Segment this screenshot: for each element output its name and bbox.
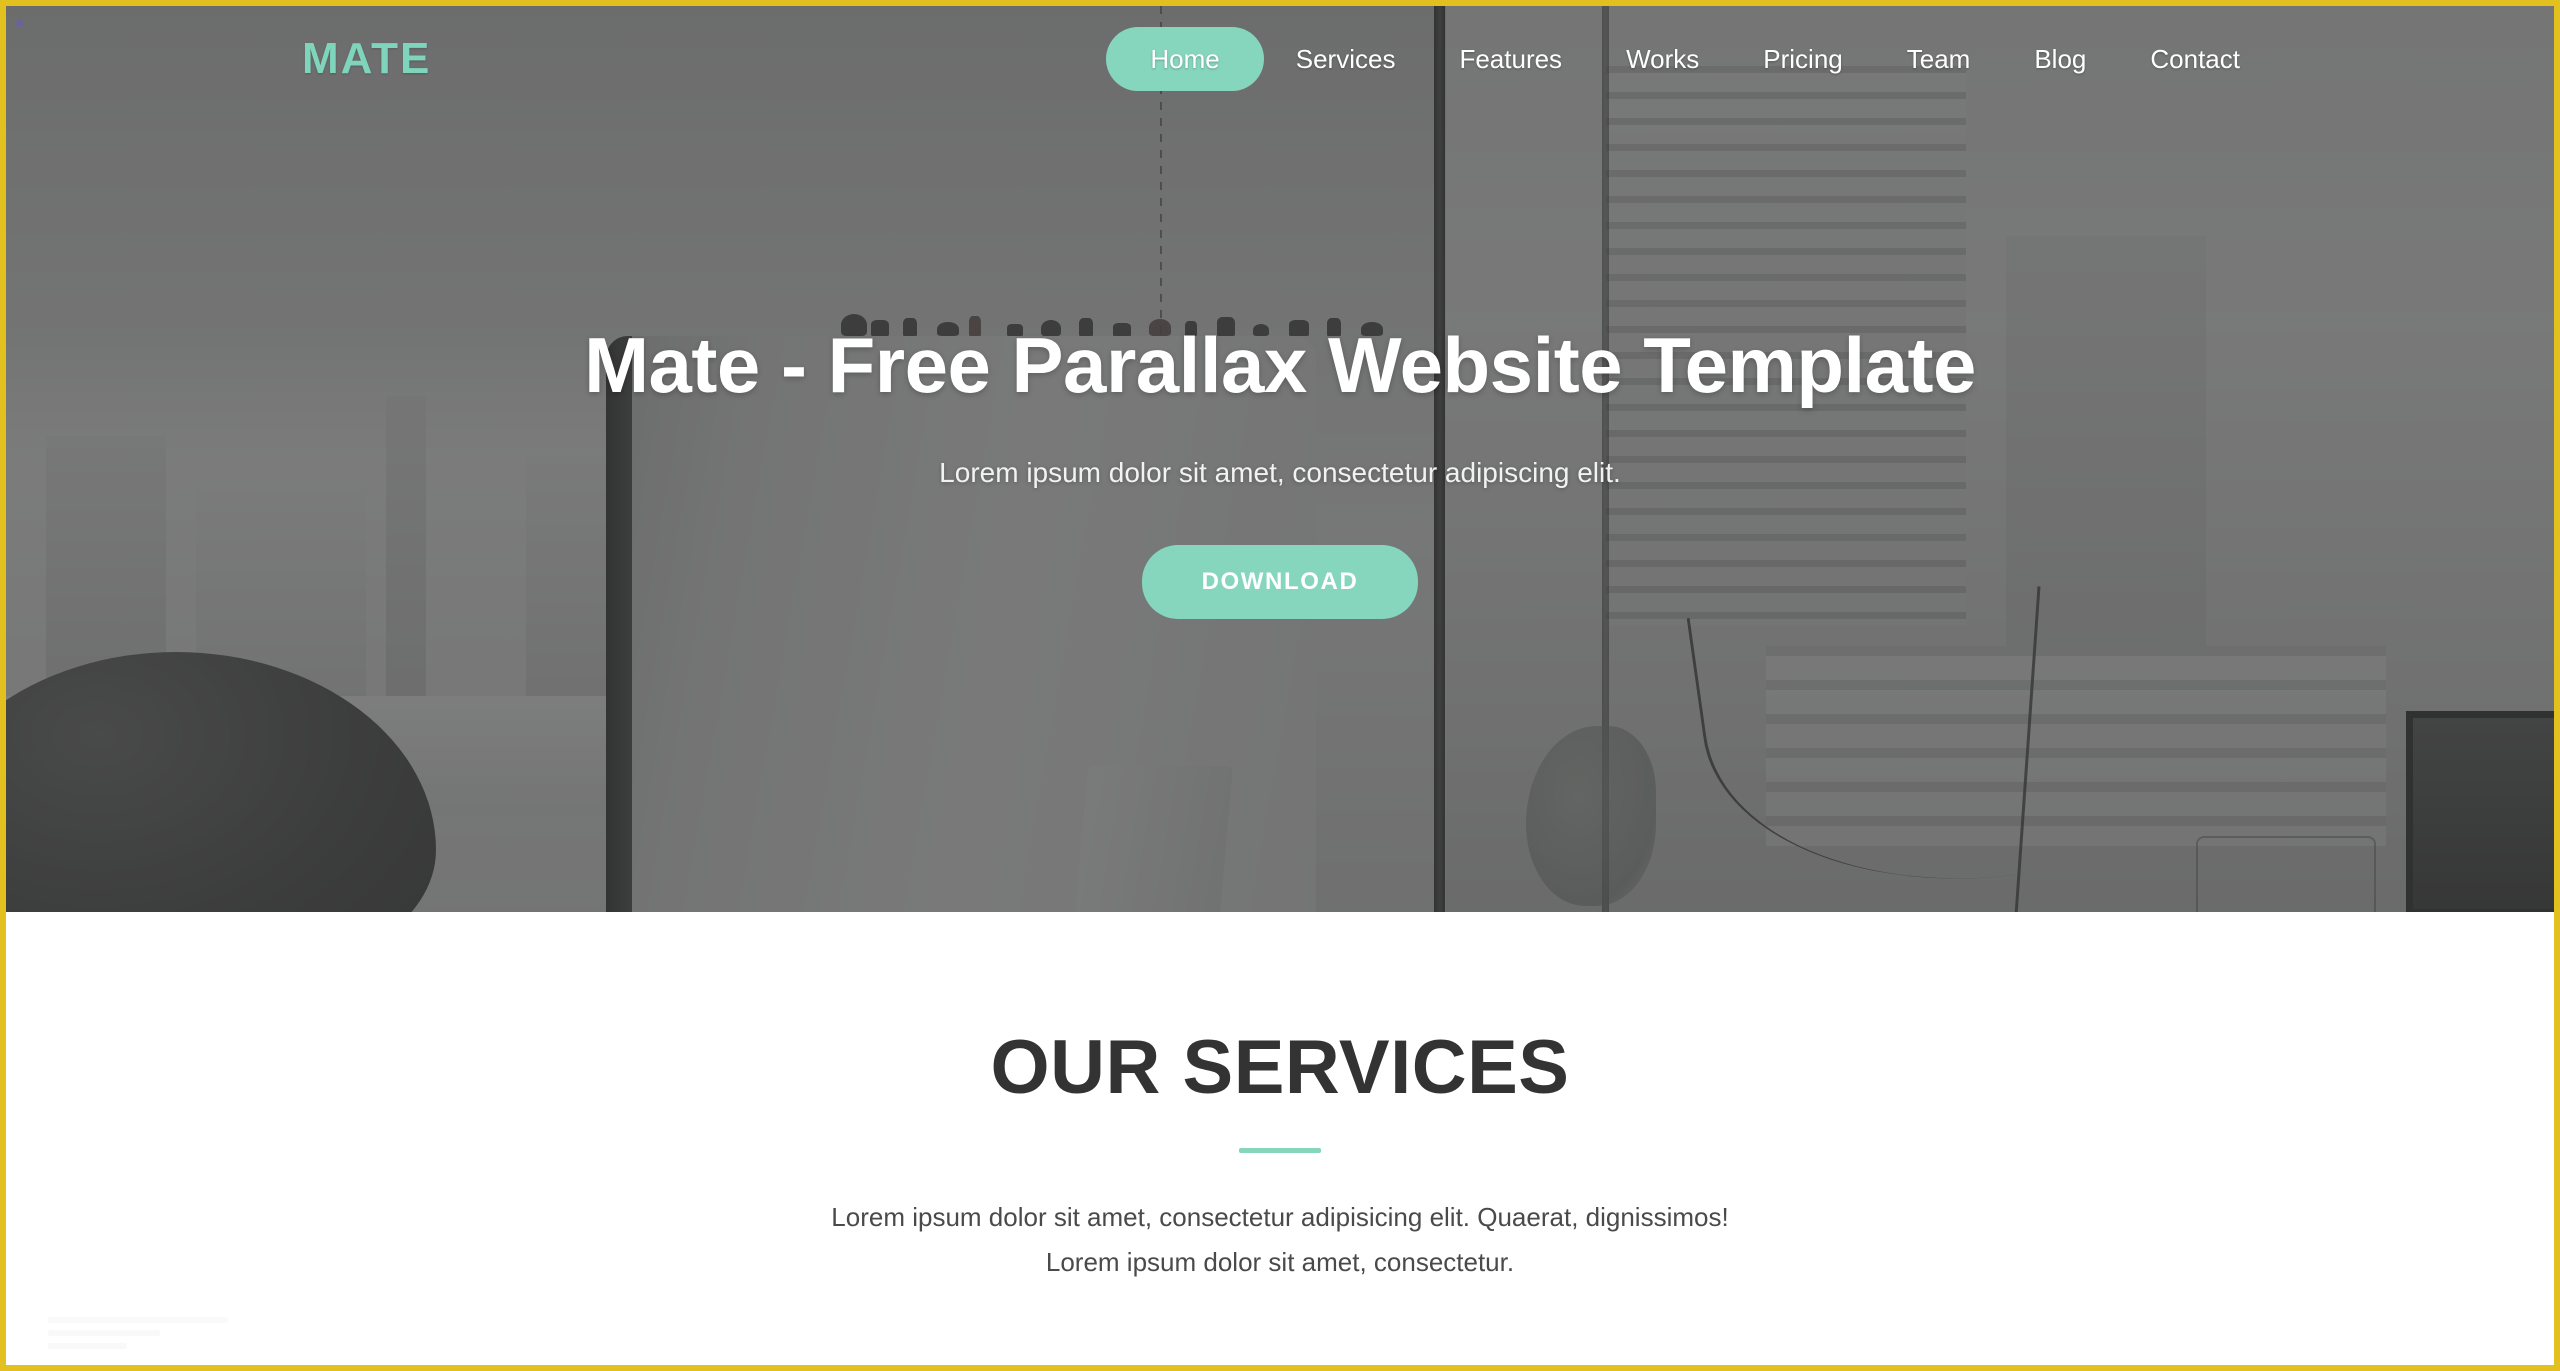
nav-item-works[interactable]: Works <box>1594 27 1731 91</box>
placeholder-line <box>48 1343 127 1349</box>
placeholder-line <box>48 1317 228 1323</box>
hero-title: Mate - Free Parallax Website Template <box>584 321 1976 410</box>
nav-link-list: Home Services Features Works Pricing Team Blog… <box>1106 27 2272 91</box>
hero-section: MATE Home Services Features Works Pricing Tea… <box>6 6 2554 912</box>
hero-subtitle: Lorem ipsum dolor sit amet, consectetur … <box>939 456 1621 488</box>
services-paragraph-line-1: Lorem ipsum dolor sit amet, consectetur … <box>831 1202 1729 1232</box>
services-paragraph-line-2: Lorem ipsum dolor sit amet, consectetur. <box>1045 1246 1515 1277</box>
services-title: OUR SERVICES <box>990 1025 1570 1110</box>
cursor-indicator <box>16 20 23 27</box>
services-paragraph: Lorem ipsum dolor sit amet, consectetur … <box>6 1195 2554 1284</box>
download-button[interactable]: DOWNLOAD <box>1141 544 1419 619</box>
hero-content: Mate - Free Parallax Website Template Lo… <box>6 6 2554 912</box>
nav-item-contact[interactable]: Contact <box>2118 27 2272 91</box>
page-root: MATE Home Services Features Works Pricing Tea… <box>6 6 2554 1365</box>
nav-item-home[interactable]: Home <box>1106 27 1264 91</box>
revealing-placeholder-block <box>48 1317 228 1351</box>
nav-item-features[interactable]: Features <box>1427 27 1594 91</box>
nav-item-services[interactable]: Services <box>1264 27 1428 91</box>
services-section: OUR SERVICES Lorem ipsum dolor sit amet,… <box>6 912 2554 1365</box>
nav-item-team[interactable]: Team <box>1875 27 2003 91</box>
main-navbar: MATE Home Services Features Works Pricing Tea… <box>6 6 2554 112</box>
placeholder-line <box>48 1330 160 1336</box>
nav-item-blog[interactable]: Blog <box>2002 27 2118 91</box>
services-title-underline <box>1239 1148 1321 1153</box>
nav-item-pricing[interactable]: Pricing <box>1731 27 1874 91</box>
site-logo[interactable]: MATE <box>302 37 431 81</box>
